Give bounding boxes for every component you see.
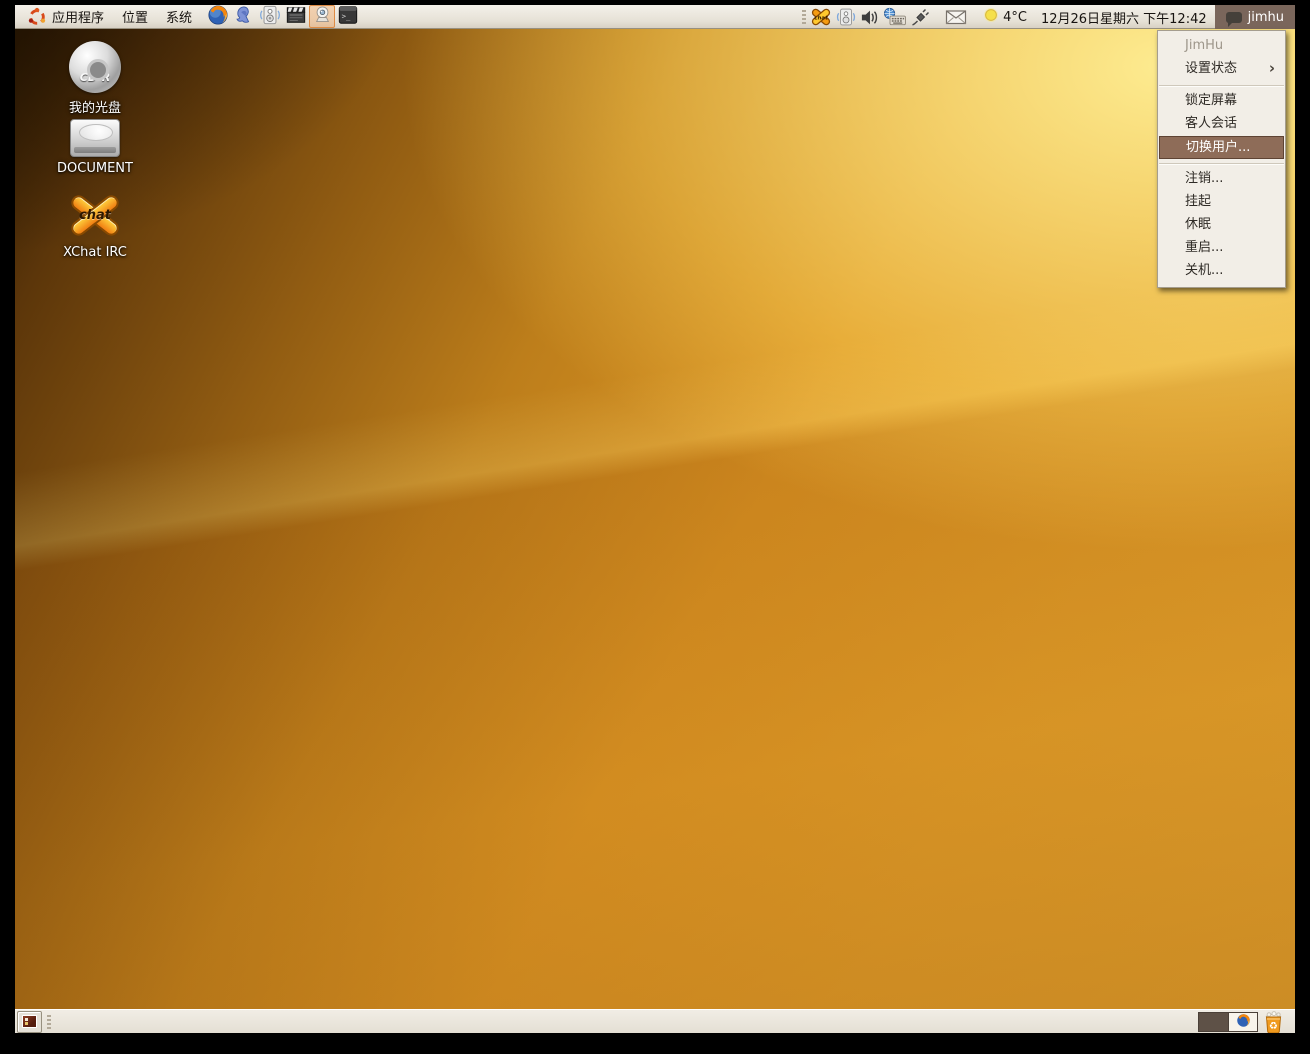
workspace-1[interactable] [1199, 1013, 1228, 1031]
rhythmbox-tray-icon[interactable] [834, 5, 858, 29]
sun-icon [983, 7, 999, 27]
volume-icon[interactable] [858, 5, 881, 29]
webcam-icon [312, 5, 333, 29]
mail-notification-icon[interactable] [943, 5, 969, 29]
cd-r-label: CD-R [79, 71, 111, 84]
desktop-icon-label: XChat IRC [63, 245, 127, 260]
svg-text:♻: ♻ [1269, 1021, 1278, 1032]
harddisk-icon [70, 119, 120, 157]
desktop-icon-xchat-irc[interactable]: chat XChat IRC [43, 191, 147, 260]
menu-separator [1159, 85, 1284, 86]
menu-item-set-status[interactable]: 设置状态 › [1158, 58, 1285, 81]
weather-temperature: 4°C [1003, 9, 1027, 25]
desktop-icon-document-drive[interactable]: DOCUMENT [43, 119, 147, 176]
bottom-panel: ♻ [15, 1009, 1295, 1033]
rhythmbox-launcher[interactable] [257, 5, 283, 29]
places-menu-label: 位置 [122, 11, 149, 26]
desktop-icon-label: DOCUMENT [57, 161, 133, 176]
screenshot-viewport: 应用程序 位置 系统 >_ chat 4°C 12月26日星期六 下午12:42… [0, 0, 1310, 1054]
menu-item-switch-user[interactable]: 切换用户... [1159, 136, 1284, 159]
menu-item-suspend[interactable]: 挂起 [1158, 191, 1285, 214]
show-desktop-icon [22, 1015, 37, 1028]
places-menu[interactable]: 位置 [113, 5, 157, 28]
top-panel: 应用程序 位置 系统 >_ chat 4°C 12月26日星期六 下午12:42… [15, 5, 1295, 29]
workspace-switcher [1198, 1012, 1258, 1032]
menu-item-restart[interactable]: 重启... [1158, 237, 1285, 260]
menu-item-user-name: JimHu [1185, 38, 1224, 53]
menu-item-hibernate[interactable]: 休眠 [1158, 214, 1285, 237]
ubuntu-logo-icon [27, 7, 47, 27]
desktop-surface[interactable]: 应用程序 位置 系统 >_ chat 4°C 12月26日星期六 下午12:42… [15, 5, 1295, 1033]
xchat-icon: chat [66, 191, 124, 241]
desktop-icon-my-disc[interactable]: CD-R 我的光盘 [43, 41, 147, 116]
terminal-launcher[interactable]: >_ [335, 5, 361, 29]
applications-menu[interactable]: 应用程序 [18, 5, 113, 28]
pidgin-launcher[interactable] [231, 5, 257, 29]
applications-menu-label: 应用程序 [52, 11, 105, 26]
menu-separator [1159, 163, 1284, 164]
tray-drag-handle[interactable] [802, 10, 807, 24]
clapperboard-icon [285, 5, 307, 30]
firefox-icon [207, 5, 229, 30]
svg-text:>_: >_ [342, 11, 351, 20]
svg-text:chat: chat [814, 15, 828, 21]
show-desktop-button[interactable] [17, 1010, 42, 1033]
workspace-2[interactable] [1228, 1013, 1257, 1031]
taskbar-drag-handle[interactable] [47, 1014, 51, 1029]
menu-item-shut-down[interactable]: 关机... [1158, 260, 1285, 283]
bottom-panel-right: ♻ [1198, 1010, 1295, 1033]
desktop-icon-label: 我的光盘 [68, 101, 121, 116]
camera-app-launcher[interactable] [309, 5, 336, 29]
menu-item-lock-screen[interactable]: 锁定屏幕 [1158, 90, 1285, 113]
firefox-window-icon [1236, 1013, 1251, 1032]
chat-status-icon [1225, 11, 1242, 27]
xchat-icon-text: chat [79, 208, 111, 223]
keyboard-indicator-icon[interactable] [881, 5, 909, 29]
cdrom-icon: CD-R [69, 41, 121, 93]
network-plug-icon[interactable] [909, 5, 933, 29]
system-menu[interactable]: 系统 [157, 5, 201, 28]
menu-item-log-out[interactable]: 注销... [1158, 168, 1285, 191]
username-label: jimhu [1247, 9, 1284, 25]
user-menu-button[interactable]: jimhu [1214, 5, 1295, 29]
user-dropdown-menu: JimHu 设置状态 › 锁定屏幕 客人会话 切换用户... 注销... 挂起 [1157, 30, 1286, 288]
trash-applet[interactable]: ♻ [1262, 1010, 1285, 1033]
panel-launchers: >_ [205, 5, 361, 28]
panel-menu-cluster: 应用程序 位置 系统 [15, 5, 201, 28]
panel-right-cluster: chat 4°C 12月26日星期六 下午12:42 jimhu [800, 5, 1295, 29]
submenu-arrow-icon: › [1268, 59, 1275, 77]
firefox-launcher[interactable] [205, 5, 231, 29]
weather-applet[interactable]: 4°C [977, 7, 1033, 27]
pidgin-icon [233, 5, 255, 30]
system-menu-label: 系统 [166, 11, 193, 26]
xchat-tray-icon[interactable]: chat [808, 5, 834, 29]
terminal-icon: >_ [337, 5, 359, 30]
clock-applet[interactable]: 12月26日星期六 下午12:42 [1033, 8, 1215, 27]
speaker-icon [259, 5, 281, 30]
menu-item-guest-session[interactable]: 客人会话 [1158, 113, 1285, 136]
movie-player-launcher[interactable] [283, 5, 309, 29]
